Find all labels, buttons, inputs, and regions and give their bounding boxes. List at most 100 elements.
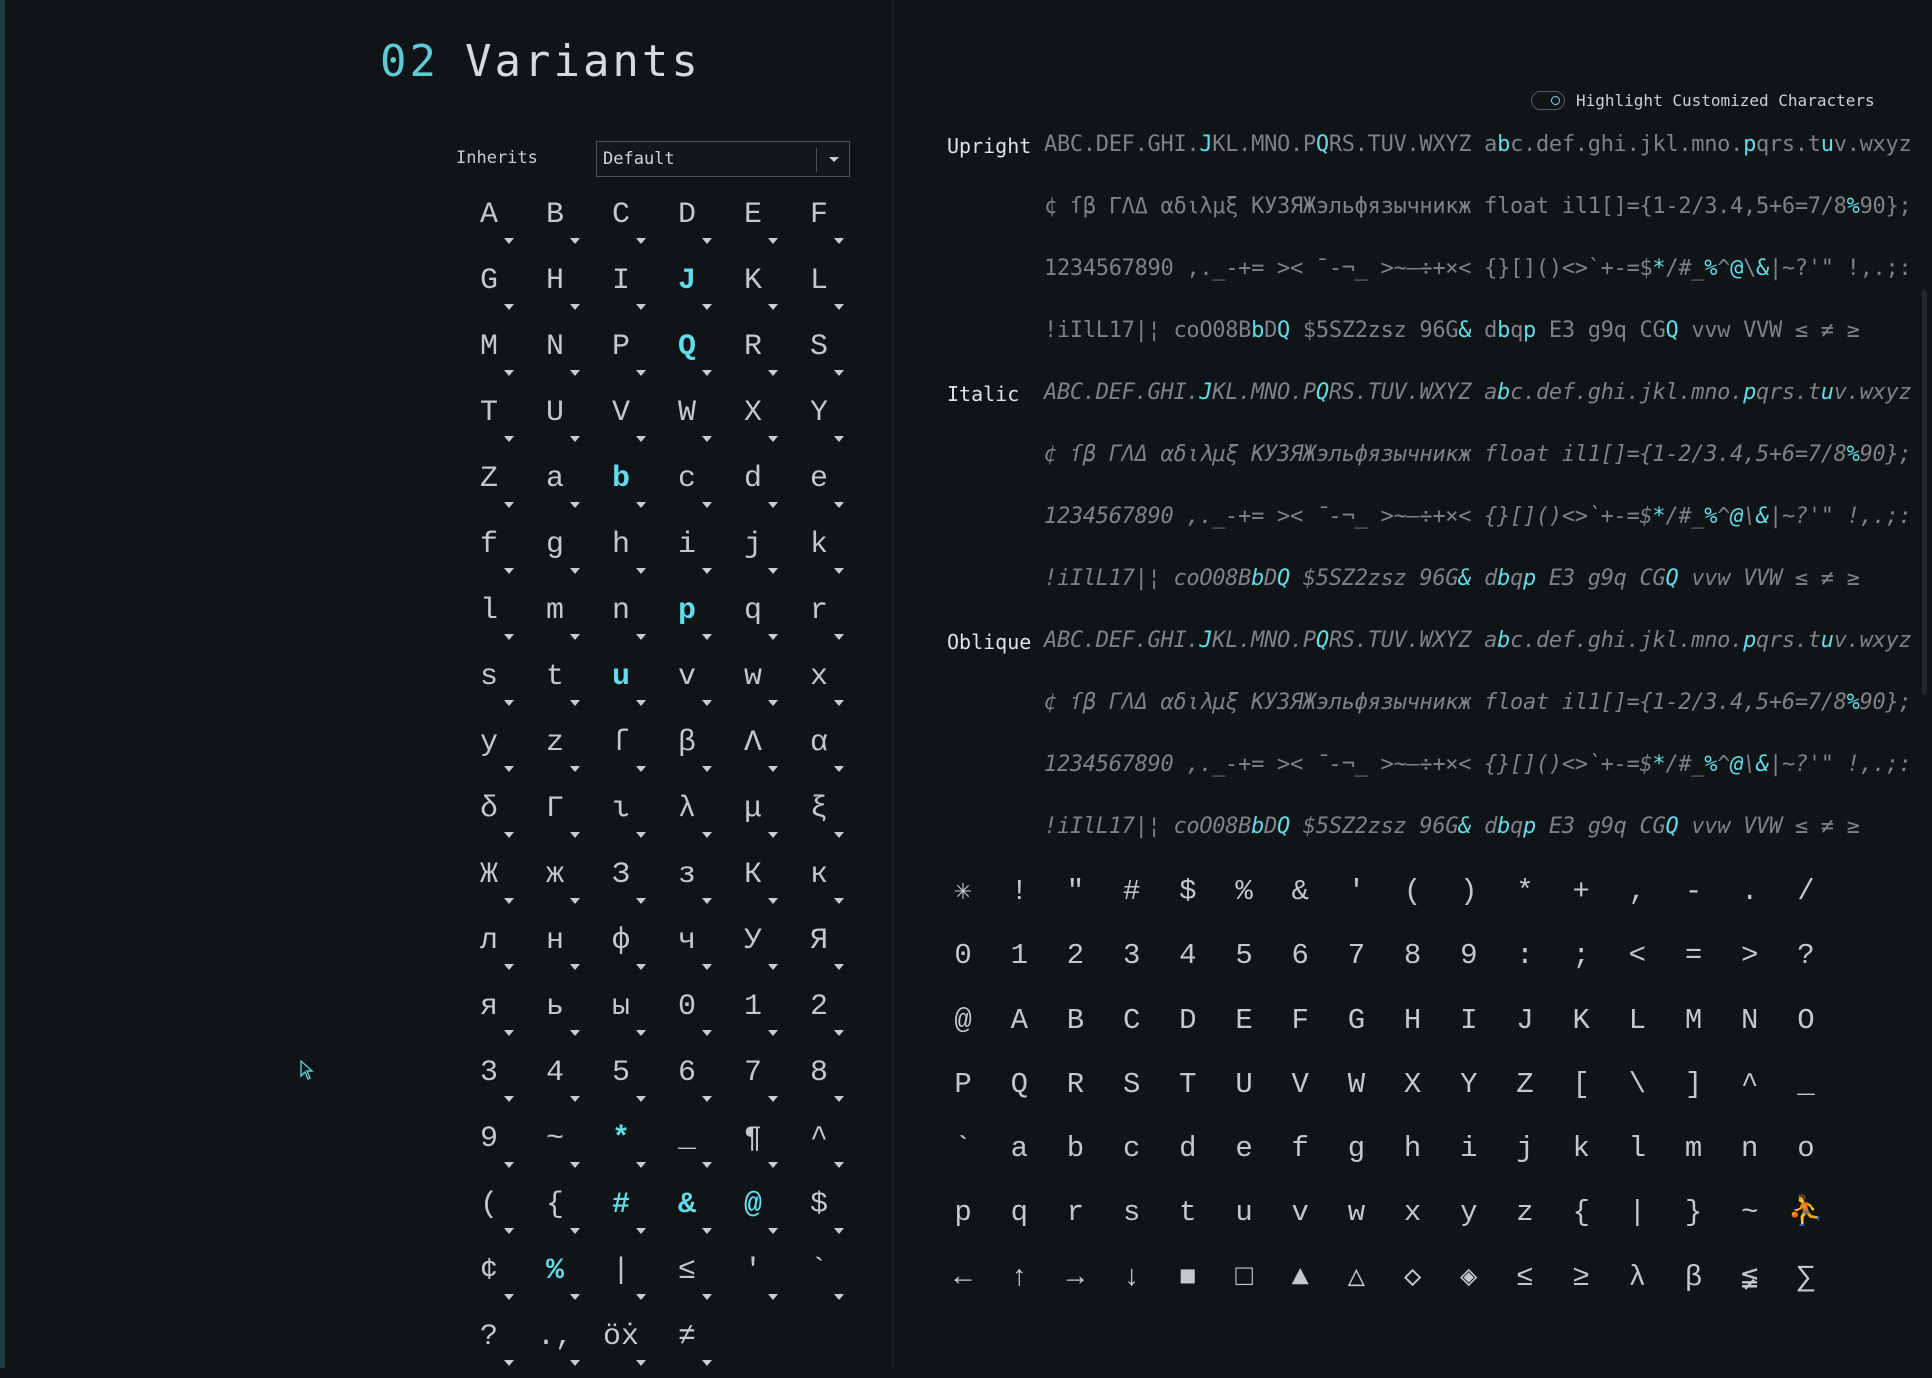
charmap-glyph[interactable]: K [1553,989,1609,1053]
charmap-glyph[interactable]: ≤ [1497,1246,1553,1310]
charmap-glyph[interactable]: v [1272,1181,1328,1245]
glyph-variant-button[interactable]: t [530,652,596,718]
glyph-variant-button[interactable]: ф [596,916,662,982]
charmap-glyph[interactable]: L [1609,989,1665,1053]
variant-dropdown-icon[interactable] [768,370,778,376]
glyph-variant-button[interactable]: я [464,982,530,1048]
variant-dropdown-icon[interactable] [636,238,646,244]
glyph-variant-button[interactable]: 6 [662,1048,728,1114]
charmap-glyph[interactable]: ) [1441,860,1497,924]
variant-dropdown-icon[interactable] [702,1162,712,1168]
variant-dropdown-icon[interactable] [570,502,580,508]
charmap-glyph[interactable]: O [1778,989,1834,1053]
charmap-glyph[interactable]: □ [1216,1246,1272,1310]
glyph-variant-button[interactable]: | [596,1246,662,1312]
glyph-variant-button[interactable]: x [794,652,860,718]
charmap-glyph[interactable]: 4 [1160,924,1216,988]
charmap-glyph[interactable]: ◇ [1385,1246,1441,1310]
charmap-glyph[interactable]: " [1047,860,1103,924]
variant-dropdown-icon[interactable] [834,1162,844,1168]
glyph-variant-button[interactable]: ¢ [464,1246,530,1312]
variant-dropdown-icon[interactable] [636,766,646,772]
charmap-glyph[interactable]: ~ [1722,1181,1778,1245]
glyph-variant-button[interactable]: A [464,190,530,256]
variant-dropdown-icon[interactable] [636,502,646,508]
charmap-glyph[interactable]: A [991,989,1047,1053]
variant-dropdown-icon[interactable] [570,436,580,442]
variant-dropdown-icon[interactable] [834,1294,844,1300]
glyph-variant-button[interactable]: н [530,916,596,982]
variant-dropdown-icon[interactable] [768,304,778,310]
charmap-glyph[interactable]: s [1104,1181,1160,1245]
glyph-variant-button[interactable]: 8 [794,1048,860,1114]
charmap-glyph[interactable]: 9 [1441,924,1497,988]
charmap-glyph[interactable]: ( [1385,860,1441,924]
charmap-glyph[interactable]: ← [935,1246,991,1310]
glyph-variant-button[interactable]: e [794,454,860,520]
charmap-glyph[interactable]: R [1047,1053,1103,1117]
variant-dropdown-icon[interactable] [570,1360,580,1366]
glyph-variant-button[interactable]: M [464,322,530,388]
variant-dropdown-icon[interactable] [834,898,844,904]
glyph-variant-button[interactable]: B [530,190,596,256]
variant-dropdown-icon[interactable] [702,898,712,904]
variant-dropdown-icon[interactable] [702,766,712,772]
glyph-variant-button[interactable]: C [596,190,662,256]
charmap-glyph[interactable]: ? [1778,924,1834,988]
glyph-variant-button[interactable]: l [464,586,530,652]
charmap-glyph[interactable]: P [935,1053,991,1117]
variant-dropdown-icon[interactable] [636,1228,646,1234]
glyph-variant-button[interactable]: _ [662,1114,728,1180]
charmap-glyph[interactable]: I [1441,989,1497,1053]
variant-dropdown-icon[interactable] [702,370,712,376]
variant-dropdown-icon[interactable] [768,700,778,706]
glyph-variant-button[interactable]: h [596,520,662,586]
charmap-glyph[interactable]: N [1722,989,1778,1053]
charmap-glyph[interactable]: 1 [991,924,1047,988]
charmap-glyph[interactable]: E [1216,989,1272,1053]
glyph-variant-button[interactable]: öẋ [596,1312,662,1378]
charmap-glyph[interactable]: h [1385,1117,1441,1181]
charmap-glyph[interactable]: B [1047,989,1103,1053]
variant-dropdown-icon[interactable] [504,502,514,508]
glyph-variant-button[interactable]: $ [794,1180,860,1246]
glyph-variant-button[interactable]: y [464,718,530,784]
variant-dropdown-icon[interactable] [768,898,778,904]
variant-dropdown-icon[interactable] [636,568,646,574]
glyph-variant-button[interactable]: W [662,388,728,454]
glyph-variant-button[interactable]: b [596,454,662,520]
charmap-glyph[interactable]: V [1272,1053,1328,1117]
variant-dropdown-icon[interactable] [636,700,646,706]
charmap-glyph[interactable]: \ [1609,1053,1665,1117]
glyph-variant-button[interactable]: 4 [530,1048,596,1114]
glyph-variant-button[interactable]: * [596,1114,662,1180]
glyph-variant-button[interactable]: ~ [530,1114,596,1180]
variant-dropdown-icon[interactable] [636,898,646,904]
variant-dropdown-icon[interactable] [570,766,580,772]
charmap-glyph[interactable]: ■ [1160,1246,1216,1310]
variant-dropdown-icon[interactable] [504,1228,514,1234]
charmap-glyph[interactable]: 8 [1385,924,1441,988]
variant-dropdown-icon[interactable] [636,370,646,376]
charmap-glyph[interactable]: ▲ [1272,1246,1328,1310]
glyph-variant-button[interactable]: з [662,850,728,916]
variant-dropdown-icon[interactable] [504,634,514,640]
glyph-variant-button[interactable]: α [794,718,860,784]
glyph-variant-button[interactable]: 5 [596,1048,662,1114]
glyph-variant-button[interactable]: μ [728,784,794,850]
charmap-glyph[interactable]: u [1216,1181,1272,1245]
charmap-glyph[interactable]: X [1385,1053,1441,1117]
glyph-variant-button[interactable]: ы [596,982,662,1048]
variant-dropdown-icon[interactable] [636,1360,646,1366]
glyph-variant-button[interactable]: Z [464,454,530,520]
charmap-glyph[interactable]: ◈ [1441,1246,1497,1310]
charmap-glyph[interactable]: [ [1553,1053,1609,1117]
variant-dropdown-icon[interactable] [834,766,844,772]
charmap-glyph[interactable]: ' [1328,860,1384,924]
charmap-glyph[interactable]: U [1216,1053,1272,1117]
glyph-variant-button[interactable]: К [728,850,794,916]
charmap-glyph[interactable]: . [1722,860,1778,924]
glyph-variant-button[interactable]: F [794,190,860,256]
charmap-glyph[interactable]: q [991,1181,1047,1245]
variant-dropdown-icon[interactable] [636,634,646,640]
